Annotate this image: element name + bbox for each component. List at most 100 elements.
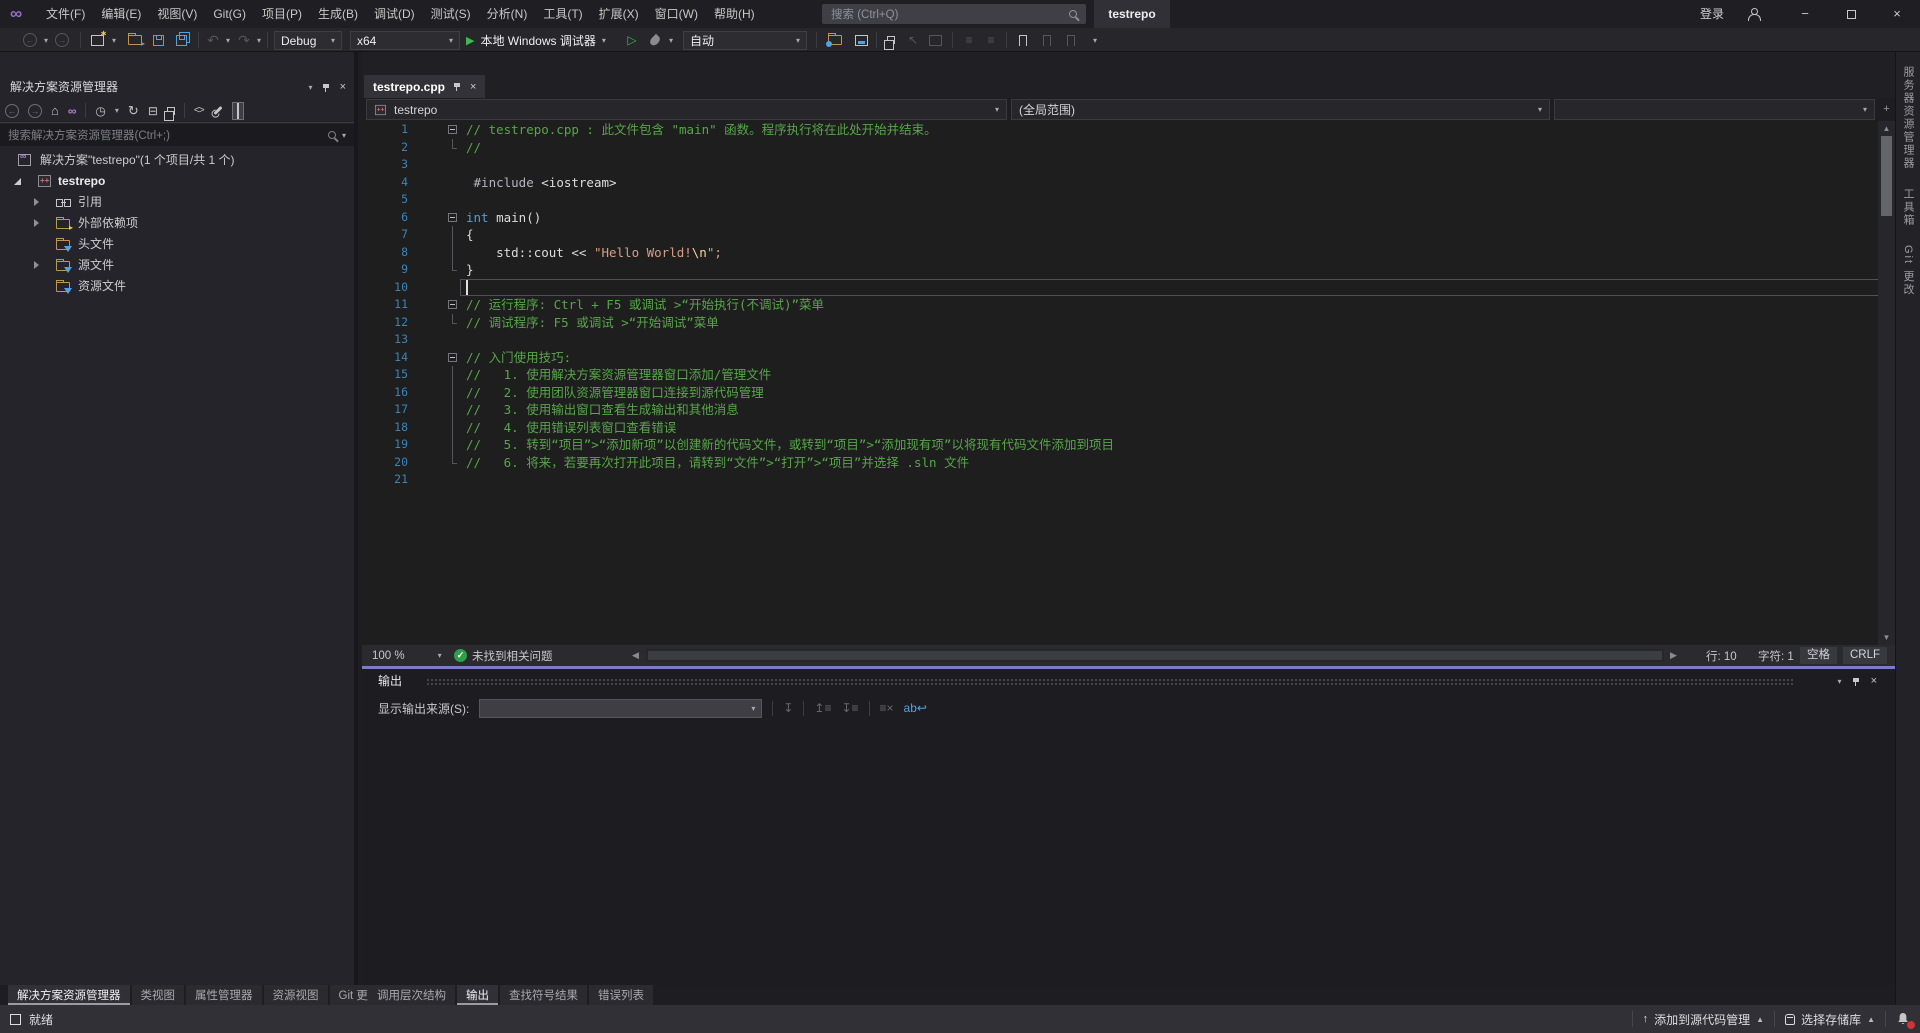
- menu-item[interactable]: 项目(P): [254, 0, 310, 28]
- next-message-icon[interactable]: ↧≡: [841, 701, 858, 715]
- output-options-icon[interactable]: ▾: [1838, 677, 1842, 686]
- open-file-icon[interactable]: [126, 30, 144, 50]
- bottom-dock-tab[interactable]: 输出: [457, 985, 498, 1005]
- code-line[interactable]: 2//: [362, 139, 1895, 157]
- autohide-tab[interactable]: 工具箱: [1900, 188, 1916, 227]
- document-health-indicator[interactable]: ✓ 未找到相关问题: [454, 645, 553, 666]
- word-wrap-icon[interactable]: ab↩: [904, 701, 927, 715]
- close-panel-icon[interactable]: ×: [340, 81, 346, 93]
- code-line[interactable]: 5: [362, 191, 1895, 209]
- menu-item[interactable]: 生成(B): [310, 0, 366, 28]
- increase-indent-icon[interactable]: ≡: [984, 30, 998, 50]
- fold-collapse-icon[interactable]: [448, 125, 457, 134]
- se-back-icon[interactable]: ←: [5, 104, 19, 118]
- collapsed-arrow-icon[interactable]: [34, 261, 39, 269]
- output-pin-icon[interactable]: [1852, 677, 1861, 686]
- switch-views-icon[interactable]: ∞: [68, 104, 77, 118]
- undo-icon[interactable]: ↶: [205, 30, 221, 50]
- autohide-tab[interactable]: 服务器资源管理器: [1900, 66, 1916, 170]
- code-line-current[interactable]: 10: [362, 279, 1895, 297]
- eol-indicator[interactable]: CRLF: [1843, 647, 1887, 664]
- copy-file-icon[interactable]: [884, 30, 898, 50]
- panel-drag-handle[interactable]: [426, 678, 1795, 685]
- minimize-button[interactable]: −: [1782, 0, 1828, 28]
- code-line[interactable]: 15// 1. 使用解决方案资源管理器窗口添加/管理文件: [362, 366, 1895, 384]
- notifications-button[interactable]: [1886, 1005, 1920, 1033]
- clear-all-icon[interactable]: ≡×: [880, 701, 894, 715]
- bottom-dock-tab[interactable]: 查找符号结果: [500, 985, 587, 1005]
- undo-dropdown-icon[interactable]: ▾: [224, 30, 232, 50]
- editor-horizontal-scrollbar[interactable]: [646, 649, 1664, 662]
- tree-item[interactable]: 解决方案"testrepo"(1 个项目/共 1 个): [0, 150, 354, 171]
- pin-icon[interactable]: [322, 83, 331, 92]
- member-dropdown[interactable]: ▾: [1554, 99, 1875, 120]
- autohide-tab[interactable]: Git 更改: [1900, 245, 1916, 296]
- quick-search-box[interactable]: 搜索 (Ctrl+Q): [822, 4, 1086, 24]
- code-line[interactable]: 1// testrepo.cpp : 此文件包含 "main" 函数。程序执行将…: [362, 121, 1895, 139]
- left-dock-tab[interactable]: 类视图: [132, 985, 185, 1005]
- redo-icon[interactable]: ↷: [236, 30, 252, 50]
- save-all-icon[interactable]: [172, 30, 190, 50]
- hot-reload-icon[interactable]: [648, 30, 662, 50]
- solution-explorer-search[interactable]: 搜索解决方案资源管理器(Ctrl+;) ▾: [0, 124, 354, 146]
- platform-combo[interactable]: x64▾: [350, 31, 460, 50]
- output-panel-header[interactable]: 输出 ▾ ×: [362, 669, 1895, 693]
- toggle-bookmark-icon[interactable]: [1016, 30, 1030, 50]
- scrollbar-thumb[interactable]: [1881, 136, 1892, 216]
- column-indicator[interactable]: 字符: 1: [1758, 645, 1794, 666]
- scroll-down-icon[interactable]: ▼: [1878, 631, 1895, 644]
- toolbar-overflow-icon[interactable]: ▾: [1090, 30, 1100, 50]
- code-line[interactable]: 17// 3. 使用输出窗口查看生成输出和其他消息: [362, 401, 1895, 419]
- tree-item[interactable]: 引用: [0, 192, 354, 213]
- show-all-files-icon[interactable]: <>: [194, 105, 204, 116]
- se-search-dropdown-icon[interactable]: ▾: [342, 131, 346, 140]
- collapsed-arrow-icon[interactable]: [34, 198, 39, 206]
- new-project-icon[interactable]: [88, 30, 106, 50]
- tree-item[interactable]: 头文件: [0, 234, 354, 255]
- output-close-icon[interactable]: ×: [1871, 675, 1877, 687]
- code-line[interactable]: 6int main(): [362, 209, 1895, 227]
- refresh-icon[interactable]: ↻: [128, 103, 139, 119]
- previous-message-icon[interactable]: ↥≡: [814, 701, 831, 715]
- configuration-combo[interactable]: Debug▾: [274, 31, 342, 50]
- collapsed-arrow-icon[interactable]: [34, 219, 39, 227]
- tab-pin-icon[interactable]: [453, 82, 462, 91]
- menu-item[interactable]: 测试(S): [423, 0, 479, 28]
- navigate-forward-icon[interactable]: →: [54, 30, 70, 50]
- tree-item[interactable]: 资源文件: [0, 276, 354, 297]
- collapse-all-icon[interactable]: ⊟: [148, 104, 158, 118]
- cursor-select-icon[interactable]: ↖: [906, 30, 920, 50]
- add-item-icon[interactable]: [826, 30, 844, 50]
- code-line[interactable]: 4 #include <iostream>: [362, 174, 1895, 192]
- left-dock-tab[interactable]: 解决方案资源管理器: [8, 985, 130, 1005]
- save-icon[interactable]: [150, 30, 166, 50]
- left-dock-tab[interactable]: 属性管理器: [186, 985, 262, 1005]
- code-line[interactable]: 7{: [362, 226, 1895, 244]
- split-editor-handle[interactable]: +: [1878, 99, 1895, 119]
- project-dropdown[interactable]: testrepo ▾: [366, 99, 1007, 120]
- space-indicator[interactable]: 空格: [1800, 647, 1837, 664]
- redo-dropdown-icon[interactable]: ▾: [255, 30, 263, 50]
- tree-item[interactable]: 外部依赖项: [0, 213, 354, 234]
- close-button[interactable]: ×: [1874, 0, 1920, 28]
- fold-collapse-icon[interactable]: [448, 300, 457, 309]
- menu-item[interactable]: 分析(N): [479, 0, 536, 28]
- panel-options-icon[interactable]: ▾: [309, 83, 313, 92]
- select-repository-button[interactable]: 选择存储库 ▲: [1775, 1005, 1885, 1033]
- background-tasks-icon[interactable]: [10, 1014, 21, 1025]
- restore-button[interactable]: [1828, 0, 1874, 28]
- code-line[interactable]: 21: [362, 471, 1895, 489]
- pending-changes-filter-icon[interactable]: ◷: [95, 104, 105, 118]
- menu-item[interactable]: 调试(D): [366, 0, 423, 28]
- menu-item[interactable]: 扩展(X): [591, 0, 647, 28]
- sync-with-active-document-icon[interactable]: [167, 107, 175, 115]
- code-line[interactable]: 13: [362, 331, 1895, 349]
- tab-close-icon[interactable]: ×: [470, 81, 476, 93]
- output-content[interactable]: [362, 723, 1895, 985]
- code-line[interactable]: 11// 运行程序: Ctrl + F5 或调试 >“开始执行(不调试)”菜单: [362, 296, 1895, 314]
- menu-item[interactable]: 帮助(H): [706, 0, 763, 28]
- window-layout-icon[interactable]: [852, 30, 870, 50]
- previous-bookmark-icon[interactable]: [1040, 30, 1054, 50]
- menu-item[interactable]: 编辑(E): [93, 0, 149, 28]
- se-forward-icon[interactable]: →: [28, 104, 42, 118]
